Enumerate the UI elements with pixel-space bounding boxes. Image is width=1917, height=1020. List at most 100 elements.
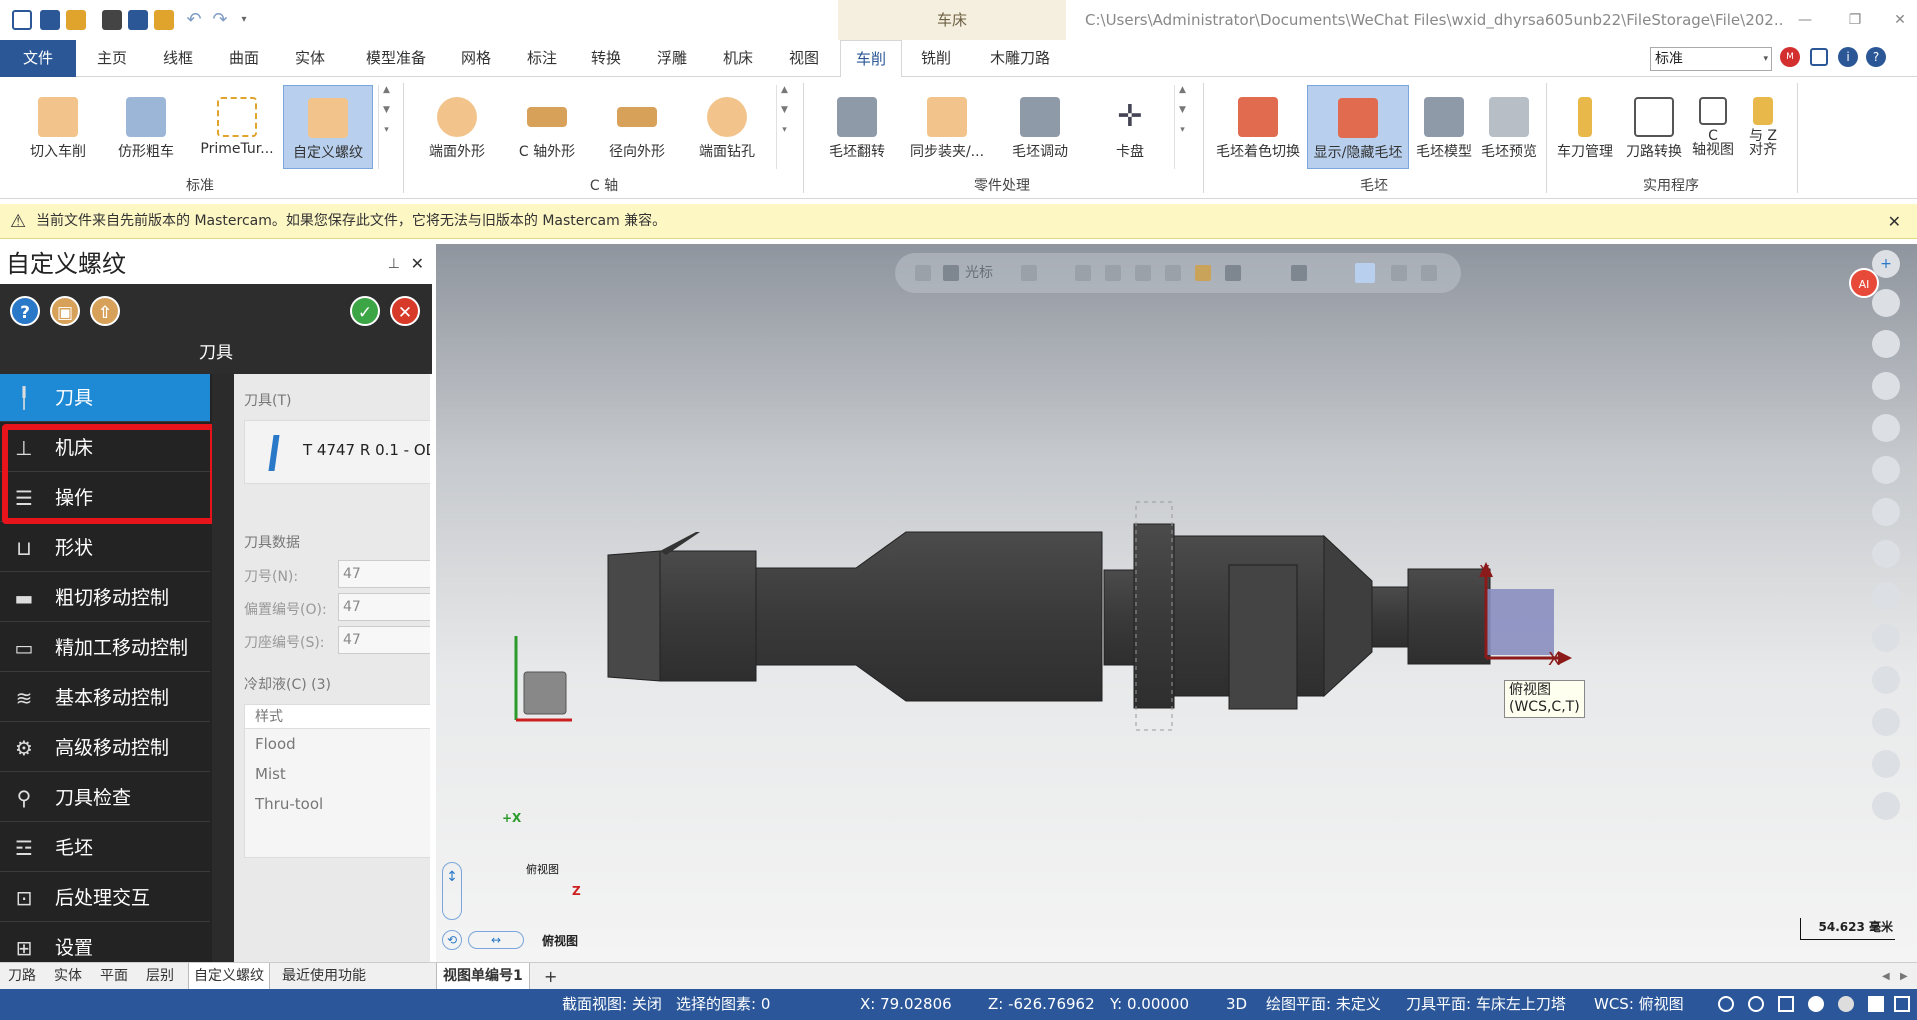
tab-dimension[interactable]: 标注 (518, 40, 566, 77)
verify-icon[interactable] (1391, 265, 1407, 281)
stock-shading-button[interactable]: 毛坯着色切换 (1210, 85, 1306, 169)
tab-custom-thread[interactable]: 自定义螺纹 (188, 963, 270, 990)
tab-surfaces[interactable]: 曲面 (220, 40, 268, 77)
scroll-right-icon[interactable]: ▶ (1900, 963, 1908, 990)
add-view-sheet-icon[interactable]: + (544, 963, 557, 990)
pan-leftright-icon[interactable]: ↔ (468, 931, 524, 949)
scroll-left-icon[interactable]: ◀ (1882, 963, 1890, 990)
nav-item-finish-motion[interactable]: ▭ 精加工移动控制 (0, 624, 210, 672)
graphics-viewport[interactable]: X Y 俯视图 (WCS,C,T) +X Z 俯视图 ↕ ⟲ ↔ 俯视图 54.… (436, 244, 1917, 962)
nav-item-tool[interactable]: ╿ 刀具 (0, 374, 210, 422)
tplane-status[interactable]: 刀具平面: 车床左上刀塔 (1406, 989, 1566, 1020)
tab-file[interactable]: 文件 (0, 40, 76, 77)
offset-number-input[interactable]: 47 (338, 593, 430, 621)
tab-relief[interactable]: 浮雕 (648, 40, 696, 77)
show-hide-stock-button[interactable]: 显示/隐藏毛坯 (1307, 85, 1409, 169)
mask-icon[interactable] (1291, 265, 1307, 281)
gallery-scroll[interactable]: ▲ ▼ ▾ (776, 85, 792, 169)
save-icon[interactable] (40, 10, 60, 30)
coolant-item[interactable]: Mist (245, 759, 430, 789)
cancel-x-icon[interactable]: ✕ (390, 296, 420, 326)
select-edge-icon[interactable] (1165, 265, 1181, 281)
close-window-icon[interactable]: ✕ (1880, 0, 1917, 40)
c-axis-contour-button[interactable]: C 轴外形 (502, 85, 592, 169)
radial-contour-button[interactable]: 径向外形 (592, 85, 682, 169)
help-icon[interactable]: ? (10, 296, 40, 326)
cplane-status[interactable]: 绘图平面: 未定义 (1266, 989, 1381, 1020)
tab-view[interactable]: 视图 (780, 40, 828, 77)
plunge-turn-button[interactable]: 切入车削 (16, 85, 100, 169)
tool-selector[interactable]: T 4747 R 0.1 - OD (244, 420, 430, 484)
view-sheet-tab[interactable]: 视图单编号1 (436, 963, 530, 990)
xyz-icon[interactable] (1021, 265, 1037, 281)
save-as-icon[interactable] (128, 10, 148, 30)
select-icon[interactable] (1075, 265, 1091, 281)
box-icon[interactable] (1872, 582, 1900, 610)
tab-model-prep[interactable]: 模型准备 (356, 40, 436, 77)
gallery-scroll[interactable]: ▲ ▼ ▾ (1174, 85, 1190, 169)
tab-home[interactable]: 主页 (88, 40, 136, 77)
section-view-status[interactable]: 截面视图: 关闭 (562, 989, 662, 1020)
help-icon[interactable]: ? (1866, 47, 1886, 67)
tab-levels[interactable]: 层别 (146, 963, 174, 990)
save-parameters-icon[interactable]: ▣ (50, 296, 80, 326)
undo-icon[interactable]: ↶ (184, 10, 204, 30)
zoom-updown-icon[interactable]: ↕ (442, 862, 462, 920)
grid-icon[interactable] (1778, 996, 1794, 1012)
tool-number-input[interactable]: 47 (338, 560, 430, 588)
transparency-icon[interactable] (1894, 996, 1910, 1012)
restore-icon[interactable]: ❐ (1835, 0, 1875, 40)
highlight-icon[interactable] (1355, 263, 1375, 283)
solid-view-icon[interactable] (1872, 540, 1900, 568)
align-z-button[interactable]: 与 Z 对齐 (1740, 85, 1786, 169)
layer-icon[interactable] (1872, 750, 1900, 778)
tab-machine[interactable]: 机床 (714, 40, 762, 77)
view-cube-label[interactable]: 俯视图 (526, 861, 559, 877)
cursor-mode-label[interactable]: 光标 (965, 262, 993, 282)
measure-icon[interactable] (1872, 456, 1900, 484)
globe-icon[interactable] (1718, 996, 1734, 1012)
info-icon[interactable]: i (1838, 47, 1858, 67)
shading-icon[interactable] (1808, 996, 1824, 1012)
close-panel-icon[interactable]: ✕ (411, 244, 424, 284)
sync-transfer-button[interactable]: 同步装夹/... (902, 85, 992, 169)
zoom-in-icon[interactable]: + (1872, 250, 1900, 278)
tab-planes[interactable]: 平面 (100, 963, 128, 990)
c-axis-view-button[interactable]: C 轴视图 (1690, 85, 1736, 169)
tab-turning[interactable]: 车削 (840, 40, 902, 78)
red-cube-icon[interactable] (1872, 666, 1900, 694)
wcs-status[interactable]: WCS: 俯视图 (1594, 989, 1684, 1020)
tab-solids[interactable]: 实体 (286, 40, 334, 77)
nav-item-rough-motion[interactable]: ▬ 粗切移动控制 (0, 574, 210, 622)
coolant-item[interactable]: Flood (245, 729, 430, 759)
settings-gear-icon[interactable] (1421, 265, 1437, 281)
ok-check-icon[interactable]: ✓ (350, 296, 380, 326)
tab-router[interactable]: 木雕刀路 (980, 40, 1060, 77)
cursor-icon[interactable] (943, 265, 959, 281)
station-number-input[interactable]: 47 (338, 626, 430, 654)
color-cube-icon[interactable] (1872, 624, 1900, 652)
pin-icon[interactable]: ⊥ (388, 244, 400, 284)
tab-wireframe[interactable]: 线框 (154, 40, 202, 77)
new-file-icon[interactable] (12, 10, 32, 30)
gallery-scroll[interactable]: ▲ ▼ ▾ (378, 85, 394, 169)
customize-qat-icon[interactable]: ▾ (234, 10, 254, 30)
curve-tool-icon[interactable] (1872, 372, 1900, 400)
window-select-icon[interactable] (1225, 265, 1241, 281)
mode-3d[interactable]: 3D (1226, 989, 1247, 1020)
toolpath-transform-button[interactable]: 刀路转换 (1620, 85, 1688, 169)
material-icon[interactable] (1838, 996, 1854, 1012)
y-coordinate[interactable]: Y: 0.00000 (1110, 989, 1189, 1020)
display-icon[interactable] (1868, 996, 1884, 1012)
stock-preview-button[interactable]: 毛坯预览 (1477, 85, 1541, 169)
edit-icon[interactable] (1872, 498, 1900, 526)
select-face-icon[interactable] (1135, 265, 1151, 281)
nav-item-post-interaction[interactable]: ⊡ 后处理交互 (0, 874, 210, 922)
nav-item-advanced-motion[interactable]: ⚙ 高级移动控制 (0, 724, 210, 772)
print-icon[interactable] (102, 10, 122, 30)
rotate-icon[interactable]: ⟲ (442, 930, 462, 950)
export-icon[interactable]: ⇧ (90, 296, 120, 326)
tab-mesh[interactable]: 网格 (452, 40, 500, 77)
contour-rough-button[interactable]: 仿形粗车 (104, 85, 188, 169)
select-body-icon[interactable] (1195, 265, 1211, 281)
